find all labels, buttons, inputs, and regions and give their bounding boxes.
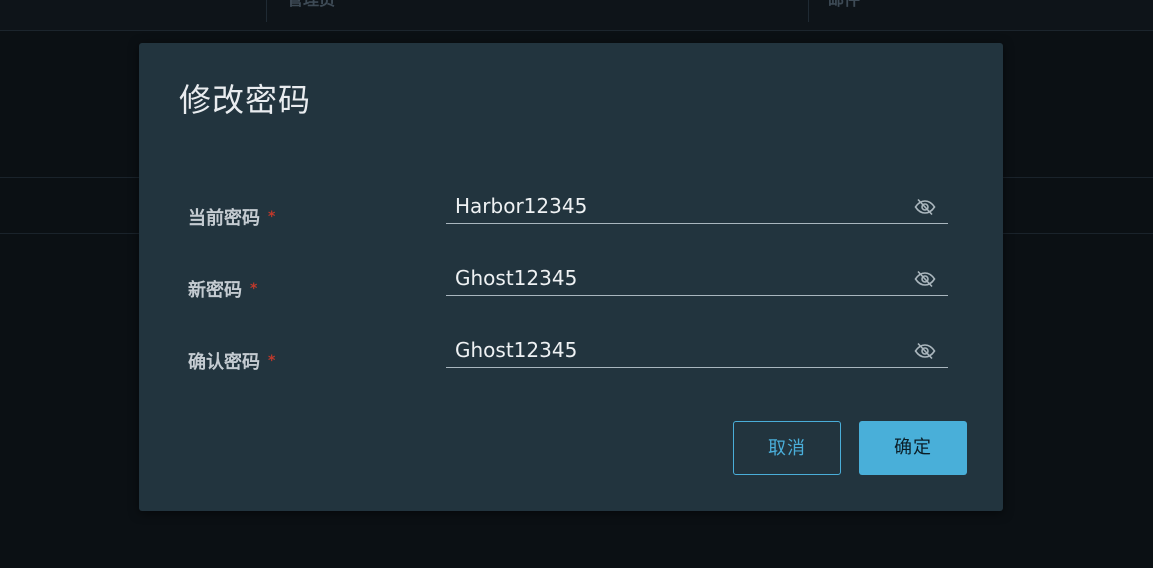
column-divider <box>266 0 267 22</box>
confirm-button[interactable]: 确定 <box>859 421 967 475</box>
change-password-dialog: 修改密码 当前密码 * Harbor12345 新密码 * Ghost12345 <box>139 43 1003 511</box>
column-divider <box>808 0 809 22</box>
new-password-label: 新密码 * <box>188 276 257 302</box>
confirm-password-label-text: 确认密码 <box>188 352 260 373</box>
confirm-password-value[interactable]: Ghost12345 <box>455 338 577 362</box>
column-header-email: 邮件 <box>828 0 860 22</box>
new-password-row: 新密码 * Ghost12345 <box>188 266 948 316</box>
dialog-title: 修改密码 <box>179 81 312 119</box>
new-password-input[interactable]: Ghost12345 <box>446 263 948 296</box>
eye-slash-icon[interactable] <box>914 270 936 288</box>
confirm-password-row: 确认密码 * Ghost12345 <box>188 338 948 388</box>
current-password-input[interactable]: Harbor12345 <box>446 191 948 224</box>
background-table-header: 管理员 邮件 <box>0 0 1153 31</box>
required-mark: * <box>268 353 276 369</box>
new-password-label-text: 新密码 <box>188 280 242 301</box>
confirm-password-label: 确认密码 * <box>188 348 275 374</box>
cancel-button[interactable]: 取消 <box>733 421 841 475</box>
eye-slash-icon[interactable] <box>914 342 936 360</box>
new-password-value[interactable]: Ghost12345 <box>455 266 577 290</box>
eye-slash-icon[interactable] <box>914 198 936 216</box>
current-password-row: 当前密码 * Harbor12345 <box>188 194 948 244</box>
current-password-label: 当前密码 * <box>188 204 275 230</box>
required-mark: * <box>250 281 258 297</box>
column-header-admin: 管理员 <box>287 0 335 22</box>
current-password-value[interactable]: Harbor12345 <box>455 194 587 218</box>
confirm-password-input[interactable]: Ghost12345 <box>446 335 948 368</box>
current-password-label-text: 当前密码 <box>188 208 260 229</box>
required-mark: * <box>268 209 276 225</box>
